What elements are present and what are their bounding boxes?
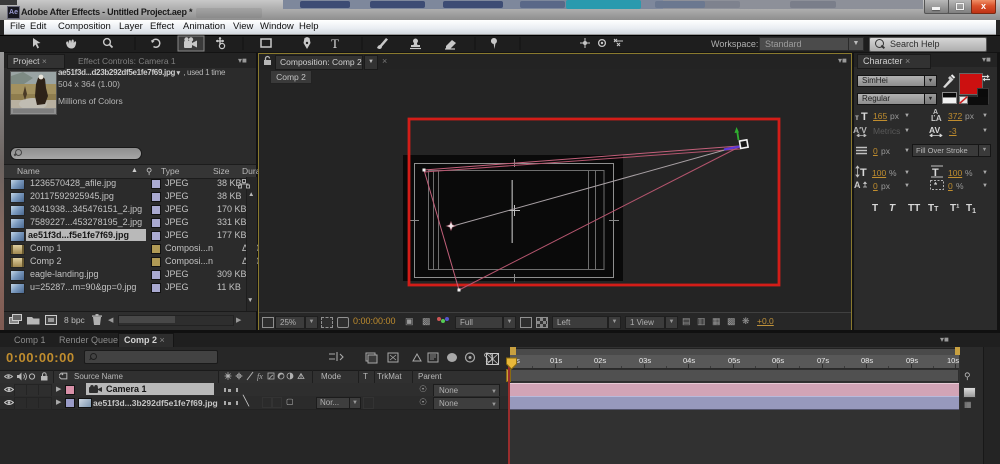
svg-text:A: A — [854, 180, 861, 190]
svg-text:*: * — [934, 181, 938, 190]
svg-text:T: T — [860, 167, 867, 178]
svg-text:T: T — [861, 111, 868, 121]
svg-text:AV: AV — [929, 125, 941, 135]
svg-text:ĽA: ĽA — [931, 114, 942, 122]
svg-text:T: T — [932, 167, 939, 178]
svg-text:T: T — [331, 36, 339, 51]
svg-text:A′V: A′V — [853, 125, 867, 135]
svg-text:fx: fx — [257, 372, 263, 381]
svg-text:т: т — [855, 113, 859, 121]
